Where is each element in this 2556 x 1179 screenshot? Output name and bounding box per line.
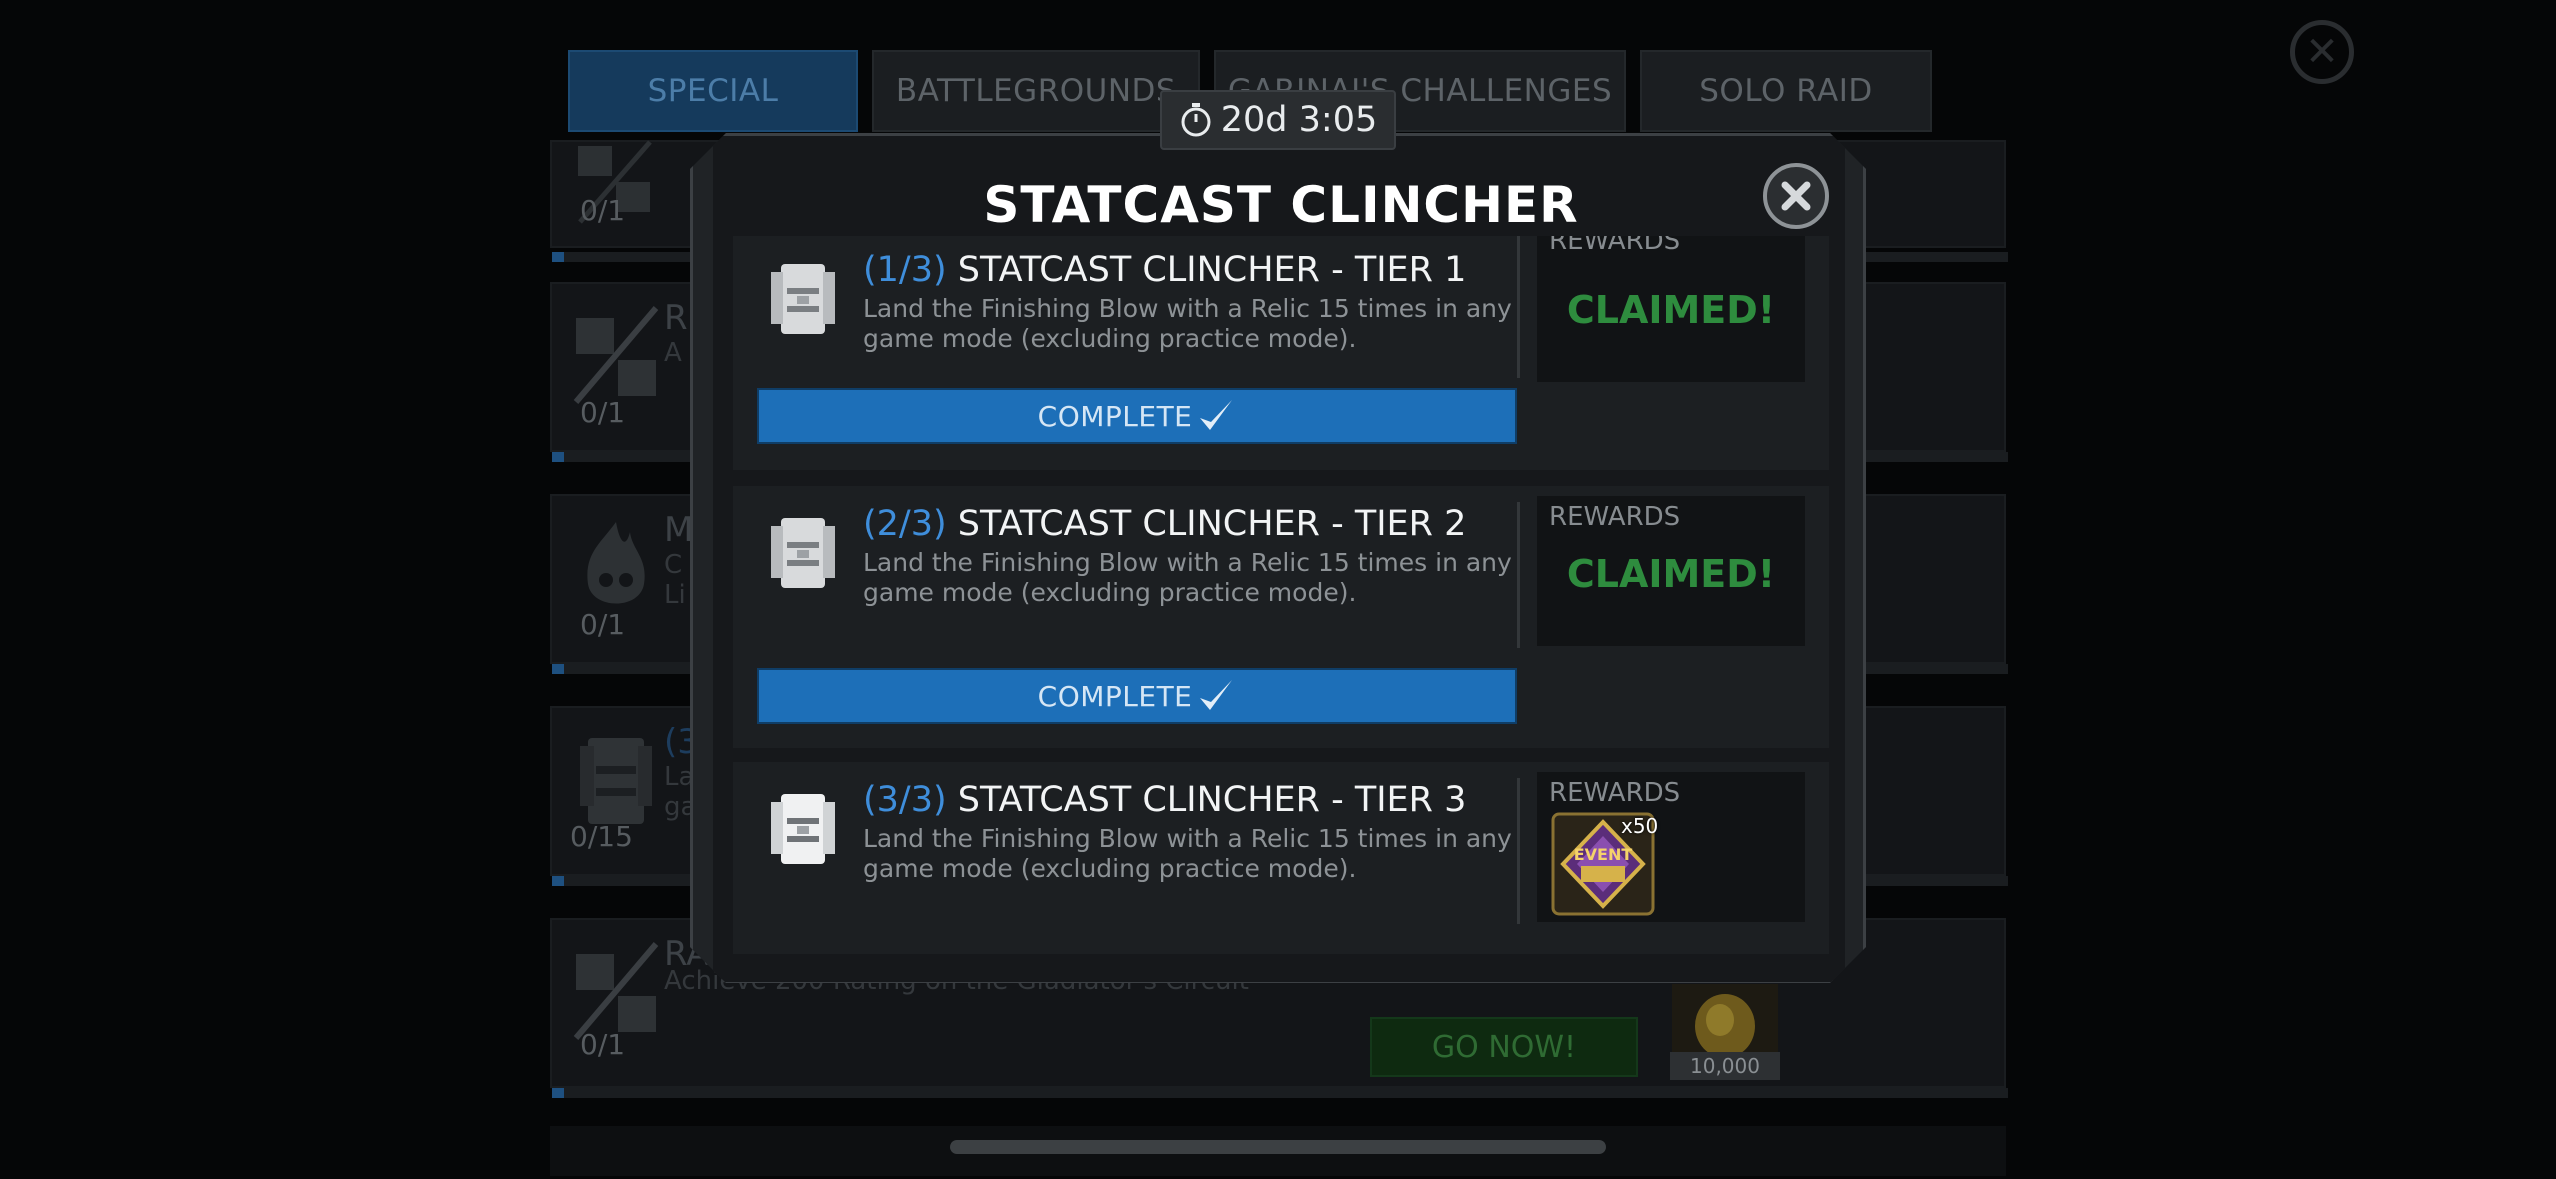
checkmark-icon — [1200, 400, 1233, 430]
horizontal-scrollbar[interactable] — [950, 1140, 1606, 1154]
tier-description: Land the Finishing Blow with a Relic 15 … — [863, 548, 1512, 607]
reward-box: REWARDS CLAIMED! — [1537, 236, 1805, 382]
background-close-icon[interactable]: ✕ — [2290, 20, 2354, 84]
quest-count: 0/1 — [580, 194, 626, 227]
quest-progress-bar — [552, 1088, 2008, 1098]
complete-label: COMPLETE — [1037, 679, 1193, 713]
quest-count: 0/1 — [580, 396, 626, 429]
quest-count: 0/1 — [580, 1028, 626, 1061]
relic-chest-icon — [771, 264, 835, 334]
tab-battlegrounds[interactable]: BATTLEGROUNDS — [872, 50, 1200, 132]
relic-chest-icon — [771, 794, 835, 864]
reward-quantity: x50 — [1621, 814, 1659, 838]
divider — [1517, 778, 1520, 924]
quest-title: R — [664, 298, 688, 338]
reward-box: REWARDS CLAIMED! — [1537, 496, 1805, 646]
quest-detail-modal: STATCAST CLINCHER (1/3) STATCAST CLINCHE… — [690, 133, 1866, 983]
tier-title: (2/3) STATCAST CLINCHER - TIER 2 — [863, 504, 1467, 544]
tier-description: Land the Finishing Blow with a Relic 15 … — [863, 824, 1512, 883]
tier-card: (2/3) STATCAST CLINCHER - TIER 2 Land th… — [733, 486, 1829, 748]
complete-button[interactable]: COMPLETE — [757, 668, 1517, 724]
complete-label: COMPLETE — [1037, 399, 1193, 433]
quest-count: 0/1 — [580, 608, 626, 641]
tab-special[interactable]: SPECIAL — [568, 50, 858, 132]
tier-card: (1/3) STATCAST CLINCHER - TIER 1 Land th… — [733, 236, 1829, 470]
reward-box: REWARDS EVENT x50 — [1537, 772, 1805, 922]
quest-desc: A — [664, 338, 682, 368]
tier-description: Land the Finishing Blow with a Relic 15 … — [863, 294, 1512, 353]
quest-desc: C Li — [664, 550, 686, 610]
rewards-label: REWARDS — [1549, 778, 1681, 808]
relic-chest-icon — [771, 518, 835, 588]
tier-card: (3/3) STATCAST CLINCHER - TIER 3 Land th… — [733, 762, 1829, 954]
tier-list[interactable]: (1/3) STATCAST CLINCHER - TIER 1 Land th… — [733, 236, 1829, 954]
rewards-label: REWARDS — [1549, 236, 1681, 256]
checkmark-icon — [1200, 680, 1233, 710]
quest-title: M — [664, 510, 694, 550]
event-timer: 20d 3:05 — [1160, 90, 1396, 150]
timer-text: 20d 3:05 — [1220, 100, 1378, 140]
close-modal-button[interactable] — [1763, 163, 1829, 229]
go-now-button[interactable]: GO NOW! — [1370, 1017, 1638, 1077]
complete-button[interactable]: COMPLETE — [757, 388, 1517, 444]
gold-quantity: 10,000 — [1670, 1052, 1780, 1080]
claimed-status: CLAIMED! — [1566, 288, 1776, 332]
svg-text:EVENT: EVENT — [1574, 845, 1633, 864]
divider — [1517, 236, 1520, 378]
divider — [1517, 502, 1520, 648]
tab-solo-raid[interactable]: SOLO RAID — [1640, 50, 1932, 132]
rewards-label: REWARDS — [1549, 502, 1681, 532]
claimed-status: CLAIMED! — [1566, 552, 1776, 596]
tier-title: (1/3) STATCAST CLINCHER - TIER 1 — [863, 250, 1467, 290]
tier-title: (3/3) STATCAST CLINCHER - TIER 3 — [863, 780, 1467, 820]
stopwatch-icon — [1181, 103, 1211, 137]
close-icon — [1781, 181, 1811, 211]
quest-count: 0/15 — [570, 820, 633, 853]
modal-title: STATCAST CLINCHER — [983, 176, 1579, 234]
